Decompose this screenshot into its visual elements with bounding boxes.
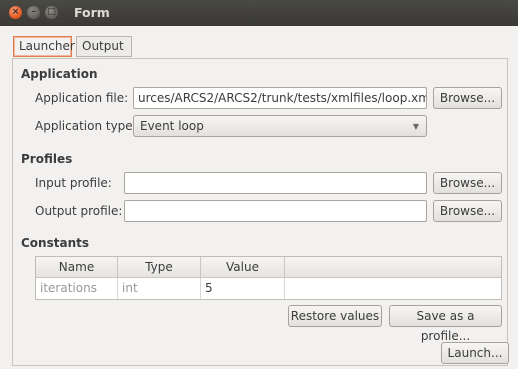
cell-value[interactable]: 5 xyxy=(201,278,285,299)
column-header-value[interactable]: Value xyxy=(201,257,285,277)
table-header: Name Type Value xyxy=(36,257,501,278)
tab-output[interactable]: Output xyxy=(76,36,132,57)
input-profile-browse-button[interactable]: Browse... xyxy=(433,172,502,194)
close-icon: × xyxy=(11,7,20,17)
application-type-select[interactable]: Event loop ▼ xyxy=(133,115,427,137)
minimize-button[interactable]: – xyxy=(27,6,40,19)
cell-type: int xyxy=(118,278,201,299)
restore-values-button[interactable]: Restore values xyxy=(288,305,382,327)
cell-name: iterations xyxy=(36,278,118,299)
output-profile-label: Output profile: xyxy=(35,204,123,218)
input-profile-label: Input profile: xyxy=(35,176,112,190)
application-type-label: Application type: xyxy=(35,119,137,133)
title-bar: × – □ Form xyxy=(0,0,518,26)
launch-button[interactable]: Launch... xyxy=(441,342,509,364)
maximize-button[interactable]: □ xyxy=(45,6,58,19)
output-profile-browse-button[interactable]: Browse... xyxy=(433,200,502,222)
maximize-icon: □ xyxy=(47,7,56,17)
column-header-name[interactable]: Name xyxy=(36,257,118,277)
tab-launcher[interactable]: Launcher xyxy=(13,36,75,57)
application-heading: Application xyxy=(21,67,98,81)
profiles-heading: Profiles xyxy=(21,152,73,166)
minimize-icon: – xyxy=(31,7,36,17)
constants-heading: Constants xyxy=(21,236,89,250)
application-type-value: Event loop xyxy=(140,119,204,133)
input-profile-field[interactable] xyxy=(124,172,427,194)
window-title: Form xyxy=(74,5,110,20)
table-row[interactable]: iterations int 5 xyxy=(36,278,501,299)
application-file-label: Application file: xyxy=(35,91,129,105)
column-header-type[interactable]: Type xyxy=(118,257,201,277)
close-button[interactable]: × xyxy=(9,6,22,19)
constants-table: Name Type Value iterations int 5 xyxy=(35,256,502,300)
application-file-field[interactable]: urces/ARCS2/ARCS2/trunk/tests/xmlfiles/l… xyxy=(133,87,427,109)
output-profile-field[interactable] xyxy=(124,200,427,222)
chevron-down-icon: ▼ xyxy=(412,122,419,131)
application-browse-button[interactable]: Browse... xyxy=(433,87,502,109)
save-as-profile-button[interactable]: Save as a profile... xyxy=(389,305,502,343)
